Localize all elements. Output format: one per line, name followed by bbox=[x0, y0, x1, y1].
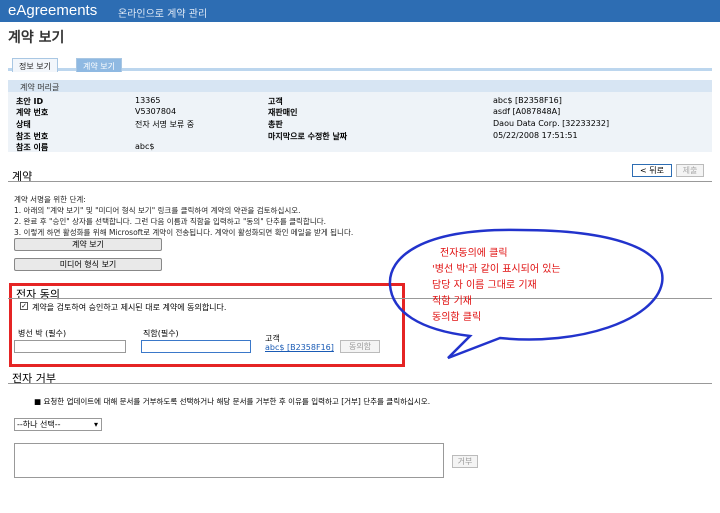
agree-button[interactable]: 동의함 bbox=[340, 340, 380, 353]
back-button[interactable]: < 뒤로 bbox=[632, 164, 672, 177]
summary-label: 참조 이름 bbox=[16, 143, 49, 152]
summary-value: abc$ bbox=[135, 142, 155, 151]
callout-line: '병선 박'과 같이 표시되어 있는 bbox=[432, 264, 561, 275]
chevron-down-icon: ▾ bbox=[93, 420, 98, 429]
summary-value: V5307804 bbox=[135, 107, 177, 116]
select-value: --하나 선택-- bbox=[17, 420, 61, 429]
agree-checkbox-label: 계약을 검토하여 승인하고 제시된 대로 계약에 동의합니다. bbox=[32, 303, 227, 312]
tab-info[interactable]: 정보 보기 bbox=[12, 58, 58, 72]
brand-logo: eAgreements bbox=[8, 2, 98, 19]
callout-line: 전자동의에 클릭 bbox=[440, 248, 508, 259]
highlight-box bbox=[9, 283, 405, 367]
view-media-button[interactable]: 미디어 형식 보기 bbox=[14, 258, 162, 271]
summary-label: 고객 bbox=[268, 97, 283, 106]
callout-line: 동의함 클릭 bbox=[432, 312, 482, 323]
summary-label: 초안 ID bbox=[16, 97, 44, 106]
instruction-line: 1. 아래의 "계약 보기" 및 "미디어 형식 보기" 링크를 클릭하여 계약… bbox=[14, 206, 301, 215]
reject-instruction-text: 요청한 업데이트에 대해 문서를 거부하도록 선택하거나 해당 문서를 거부한 … bbox=[43, 397, 431, 406]
reject-instruction: ■ 요청한 업데이트에 대해 문서를 거부하도록 선택하거나 해당 문서를 거부… bbox=[34, 396, 430, 407]
callout-line: 직함 기재 bbox=[432, 296, 472, 307]
submit-button[interactable]: 제출 bbox=[676, 164, 704, 177]
name-label: 병선 박 (필수) bbox=[18, 329, 67, 338]
title-label: 직함(필수) bbox=[143, 329, 179, 338]
summary-label: 총판 bbox=[268, 120, 283, 129]
summary-value: 전자 서명 보류 중 bbox=[135, 120, 195, 129]
title-input[interactable] bbox=[141, 340, 251, 353]
divider bbox=[8, 383, 712, 384]
summary-value: 05/22/2008 17:51:51 bbox=[493, 131, 578, 140]
summary-label: 상태 bbox=[16, 120, 31, 129]
summary-label: 참조 번호 bbox=[16, 132, 49, 141]
summary-value: abc$ [B2358F16] bbox=[493, 96, 562, 105]
view-contract-button[interactable]: 계약 보기 bbox=[14, 238, 162, 251]
callout-outline bbox=[388, 228, 664, 360]
app-header: eAgreements 온라인으로 계약 관리 bbox=[0, 0, 720, 22]
instruction-line: 3. 이렇게 하면 활성화를 위해 Microsoft로 계약이 전송됩니다. … bbox=[14, 228, 354, 237]
divider bbox=[8, 181, 712, 182]
tab-bar: 정보 보기 계약 보기 bbox=[8, 55, 712, 72]
agree-checkbox[interactable]: ✓ bbox=[20, 302, 28, 310]
summary-value: Daou Data Corp. [32233232] bbox=[493, 119, 610, 128]
tab-contract[interactable]: 계약 보기 bbox=[76, 58, 122, 72]
callout-line: 담당 자 이름 그대로 기재 bbox=[432, 280, 537, 291]
brand-subtitle: 온라인으로 계약 관리 bbox=[118, 9, 208, 20]
instruction-line: 2. 완료 후 "승인" 상자를 선택합니다. 그런 다음 이름과 직함을 입력… bbox=[14, 217, 327, 226]
reject-reason-select[interactable]: --하나 선택-- ▾ bbox=[14, 418, 102, 431]
summary-label: 마지막으로 수정한 날짜 bbox=[268, 132, 348, 141]
decline-button[interactable]: 거부 bbox=[452, 455, 478, 468]
name-input[interactable] bbox=[14, 340, 126, 353]
reject-reason-textarea[interactable] bbox=[14, 443, 444, 478]
divider bbox=[8, 298, 712, 299]
instruction-line: 계약 서명을 위한 단계: bbox=[14, 195, 86, 204]
summary-label: 재판매인 bbox=[268, 108, 298, 117]
customer-link[interactable]: abc$ [B2358F16] bbox=[265, 343, 334, 352]
contract-summary: 계약 머리글 bbox=[8, 80, 712, 152]
annotation-callout bbox=[388, 228, 664, 360]
summary-label: 계약 번호 bbox=[16, 108, 49, 117]
page-title: 계약 보기 bbox=[8, 30, 65, 46]
summary-value: 13365 bbox=[135, 96, 161, 105]
summary-value: asdf [A087848A] bbox=[493, 107, 561, 116]
esign-heading: 전자 동의 bbox=[16, 288, 60, 301]
summary-heading: 계약 머리글 bbox=[8, 80, 712, 92]
